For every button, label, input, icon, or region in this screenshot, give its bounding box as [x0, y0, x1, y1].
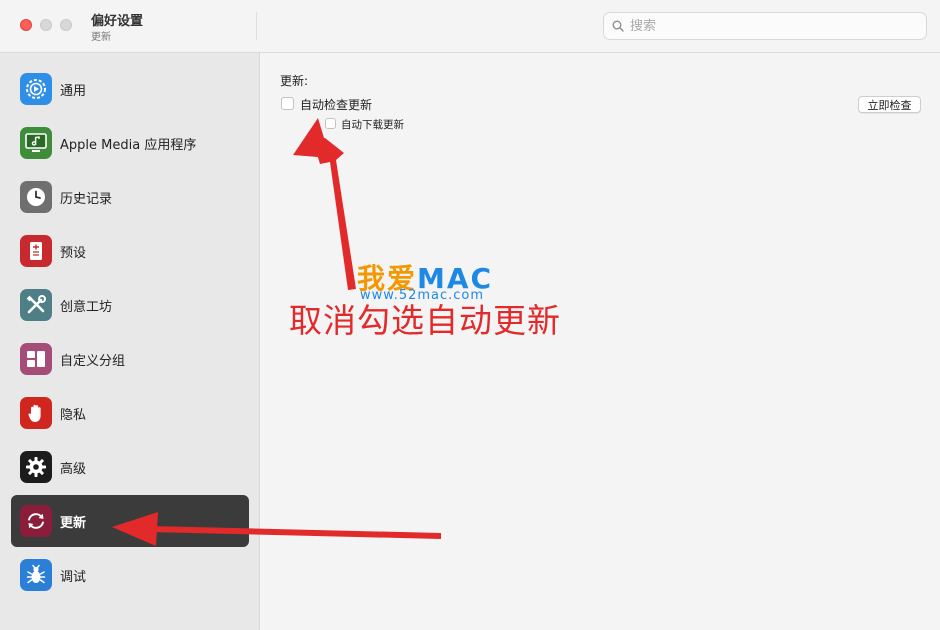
updates-pane: 更新: 自动检查更新 自动下载更新 立即检查 [261, 53, 940, 630]
sidebar-item-history[interactable]: 历史记录 [11, 171, 249, 223]
refresh-icon [20, 505, 52, 537]
sidebar-item-label: 隐私 [60, 408, 87, 423]
title-bar: 偏好设置 更新 [0, 0, 940, 53]
sidebar-item-label: 通用 [60, 84, 87, 99]
auto-check-updates-checkbox[interactable] [281, 97, 294, 110]
sidebar-item-updates[interactable]: 更新 [11, 495, 249, 547]
gear-icon [20, 451, 52, 483]
sidebar-item-custom-groups[interactable]: 自定义分组 [11, 333, 249, 385]
close-window-button[interactable] [20, 19, 32, 31]
sidebar-item-apple-media[interactable]: Apple Media 应用程序 [11, 117, 249, 169]
search-input[interactable] [630, 17, 920, 36]
sidebar-item-label: 预设 [60, 246, 87, 261]
window-title: 偏好设置 [91, 14, 144, 29]
auto-check-updates-label: 自动检查更新 [300, 98, 373, 112]
gear-dial-icon [20, 73, 52, 105]
sidebar-item-presets[interactable]: 预设 [11, 225, 249, 277]
title-divider [256, 12, 257, 40]
tools-icon [20, 289, 52, 321]
sidebar-item-debug[interactable]: 调试 [11, 549, 249, 601]
sidebar-item-label: Apple Media 应用程序 [60, 138, 197, 153]
music-display-icon [20, 127, 52, 159]
sidebar-item-privacy[interactable]: 隐私 [11, 387, 249, 439]
preferences-window: 偏好设置 更新 通用 [0, 0, 940, 630]
hand-icon [20, 397, 52, 429]
zoom-window-button[interactable] [60, 19, 72, 31]
check-now-button[interactable]: 立即检查 [858, 96, 921, 113]
sidebar-item-label: 调试 [60, 570, 87, 585]
preset-document-icon [20, 235, 52, 267]
sidebar-item-workshop[interactable]: 创意工坊 [11, 279, 249, 331]
sidebar-item-label: 创意工坊 [60, 300, 113, 315]
sidebar-item-advanced[interactable]: 高级 [11, 441, 249, 493]
auto-download-updates-checkbox[interactable] [325, 118, 336, 129]
search-field[interactable] [603, 12, 927, 40]
sidebar-item-label: 更新 [60, 516, 87, 531]
bug-icon [20, 559, 52, 591]
sidebar-item-label: 自定义分组 [60, 354, 126, 369]
clock-icon [20, 181, 52, 213]
sidebar: 通用 Apple Media 应用程序 历史记录 预设 创意工坊 自定义分组 隐… [0, 53, 260, 630]
window-subtitle: 更新 [91, 32, 111, 43]
sidebar-item-general[interactable]: 通用 [11, 63, 249, 115]
sidebar-item-label: 历史记录 [60, 192, 113, 207]
grid-group-icon [20, 343, 52, 375]
sidebar-item-label: 高级 [60, 462, 87, 477]
search-icon [612, 20, 624, 32]
minimize-window-button[interactable] [40, 19, 52, 31]
section-title: 更新: [280, 74, 309, 88]
auto-download-updates-label: 自动下载更新 [341, 119, 404, 131]
